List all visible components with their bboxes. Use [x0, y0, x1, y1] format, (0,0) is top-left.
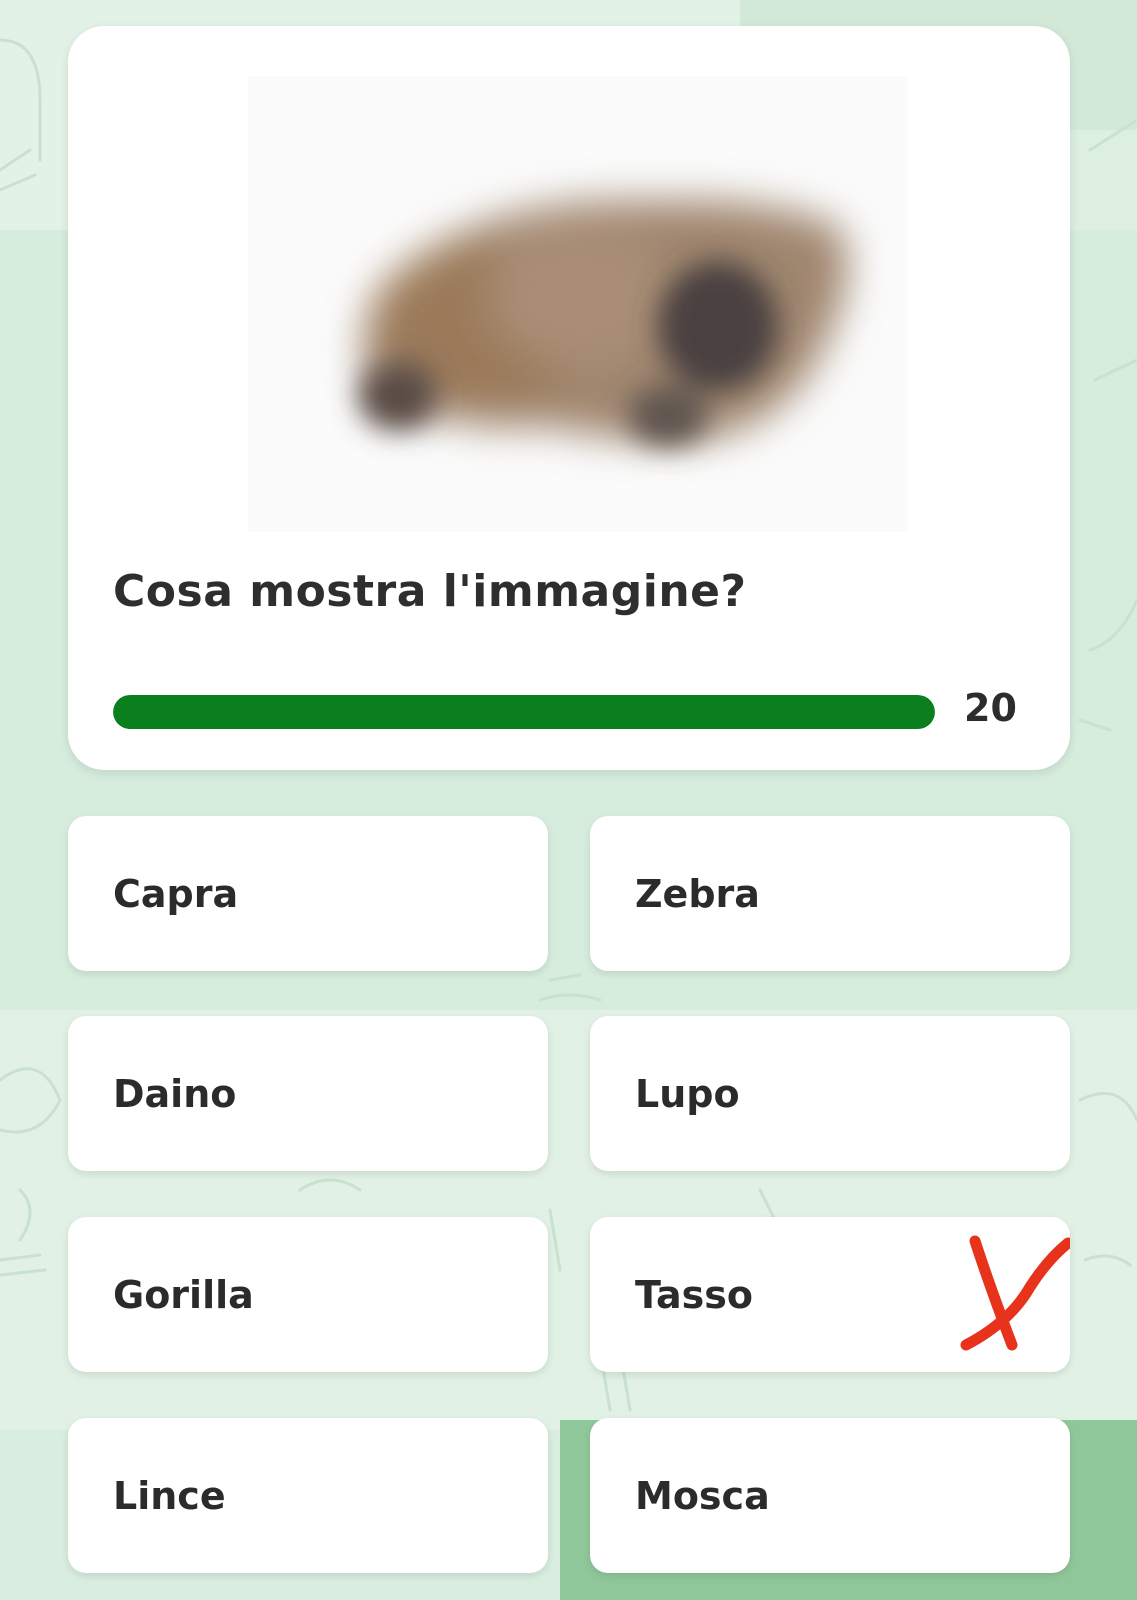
timer-countdown: 20: [964, 686, 1017, 730]
answer-label: Gorilla: [113, 1272, 254, 1317]
answer-label: Daino: [113, 1071, 237, 1116]
answer-label: Lupo: [635, 1071, 740, 1116]
answer-button-tasso[interactable]: Tasso: [590, 1217, 1070, 1372]
answer-button-lupo[interactable]: Lupo: [590, 1016, 1070, 1171]
answer-label: Tasso: [635, 1272, 754, 1317]
answer-label: Lince: [113, 1473, 226, 1518]
answer-button-zebra[interactable]: Zebra: [590, 816, 1070, 971]
answer-label: Capra: [113, 871, 239, 916]
time-progress-fill: [113, 695, 935, 729]
answer-button-gorilla[interactable]: Gorilla: [68, 1217, 548, 1372]
answer-button-lince[interactable]: Lince: [68, 1418, 548, 1573]
blurred-animal-image: [248, 76, 908, 532]
question-card: Cosa mostra l'immagine? 20: [68, 26, 1070, 770]
time-progress-bar: [113, 695, 935, 729]
checkmark-annotation-icon: [960, 1235, 1070, 1351]
answer-button-capra[interactable]: Capra: [68, 816, 548, 971]
answer-button-daino[interactable]: Daino: [68, 1016, 548, 1171]
answer-label: Mosca: [635, 1473, 770, 1518]
blurred-question-image: [248, 76, 908, 532]
answer-label: Zebra: [635, 871, 760, 916]
answer-button-mosca[interactable]: Mosca: [590, 1418, 1070, 1573]
answer-grid: Capra Zebra Daino Lupo Gorilla Tasso Lin…: [68, 816, 1070, 1582]
question-text: Cosa mostra l'immagine?: [113, 566, 747, 617]
